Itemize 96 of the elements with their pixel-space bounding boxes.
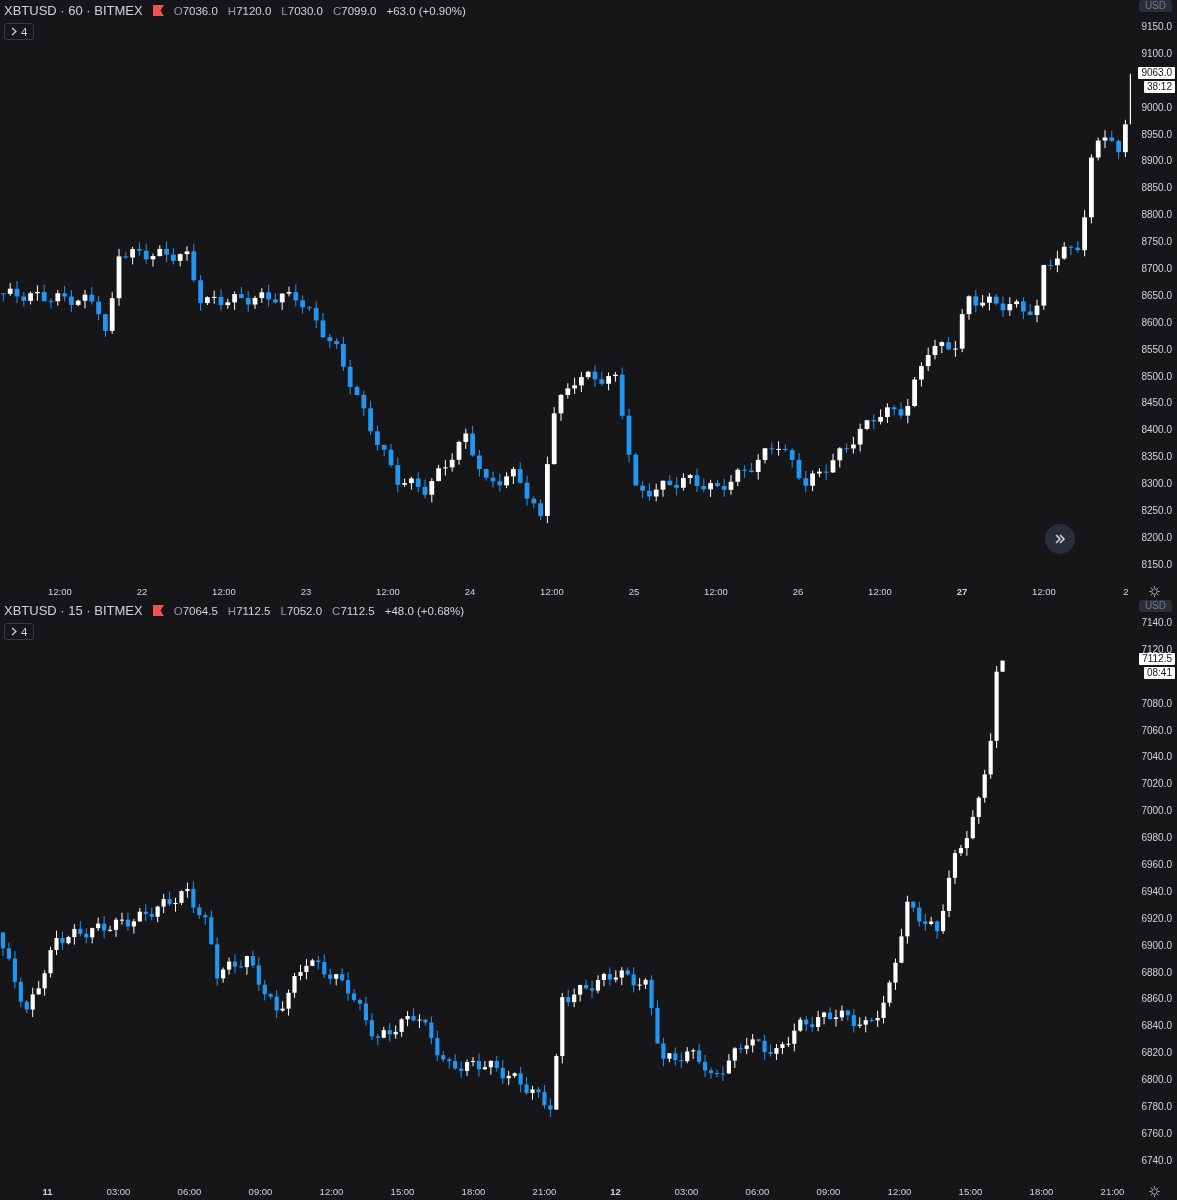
indicators-toggle[interactable]: 4 xyxy=(4,623,35,640)
time-tick: 15:00 xyxy=(957,1185,984,1197)
price-tick: 8600.0 xyxy=(1140,315,1173,330)
price-tick: 6900.0 xyxy=(1140,938,1173,953)
price-tick: 6800.0 xyxy=(1140,1073,1173,1088)
time-tick: 12:00 xyxy=(1031,585,1057,597)
price-tick: 7040.0 xyxy=(1140,750,1173,765)
last-price-label: 7112.5 xyxy=(1139,653,1175,665)
ohlc-value: O7064.5 xyxy=(173,604,218,617)
time-tick: 12:00 xyxy=(886,1185,913,1197)
price-tick: 6980.0 xyxy=(1140,831,1173,846)
price-tick: 7020.0 xyxy=(1140,777,1173,792)
time-tick: 03:00 xyxy=(105,1185,132,1197)
time-tick: 2 xyxy=(1122,585,1130,597)
price-tick: 8750.0 xyxy=(1140,235,1173,250)
price-tick: 8550.0 xyxy=(1140,342,1173,357)
price-tick: 8200.0 xyxy=(1140,530,1173,545)
symbol-title: XBTUSD · 60 · BITMEX xyxy=(4,3,143,18)
ohlc-value: C7099.0 xyxy=(332,4,377,17)
last-price-label: 9063.0 xyxy=(1138,66,1175,79)
time-tick: 06:00 xyxy=(744,1185,771,1197)
settings-icon[interactable] xyxy=(1147,584,1161,598)
ohlc-value: H7112.5 xyxy=(227,604,271,617)
price-tick: 7140.0 xyxy=(1140,616,1173,630)
price-tick: 8950.0 xyxy=(1140,127,1173,142)
price-tick: 7000.0 xyxy=(1140,804,1173,819)
ohlc-value: C7112.5 xyxy=(332,604,375,617)
price-tick: 7120.0 xyxy=(1140,642,1173,655)
ohlc-value: L7052.0 xyxy=(280,604,323,617)
price-tick: 7060.0 xyxy=(1140,723,1173,738)
time-tick: 18:00 xyxy=(460,1185,487,1197)
time-tick: 12:00 xyxy=(211,585,237,597)
bar-countdown-label: 38:12 xyxy=(1143,80,1175,93)
indicators-toggle[interactable]: 4 xyxy=(4,23,35,40)
price-tick: 9100.0 xyxy=(1140,46,1173,61)
price-tick: 8300.0 xyxy=(1140,477,1173,492)
time-tick: 26 xyxy=(791,585,805,597)
price-tick: 6820.0 xyxy=(1140,1046,1173,1061)
settings-icon[interactable] xyxy=(1147,1184,1161,1198)
double-chevron-icon xyxy=(1054,533,1066,545)
time-tick: 24 xyxy=(463,585,477,597)
time-tick: 09:00 xyxy=(247,1185,274,1197)
price-tick: 6840.0 xyxy=(1140,1019,1173,1034)
time-tick: 11 xyxy=(41,1185,54,1197)
price-tick: 6960.0 xyxy=(1140,858,1173,872)
price-tick: 8350.0 xyxy=(1140,450,1173,465)
time-tick: 12:00 xyxy=(867,585,893,597)
time-tick: 21:00 xyxy=(1099,1185,1126,1197)
bar-countdown-label: 08:41 xyxy=(1143,667,1175,679)
time-tick: 27 xyxy=(955,585,969,597)
price-tick: 8500.0 xyxy=(1140,369,1173,384)
time-tick: 12:00 xyxy=(703,585,729,597)
price-tick: 6860.0 xyxy=(1140,992,1173,1007)
price-tick: 8900.0 xyxy=(1140,154,1173,169)
price-tick: 6920.0 xyxy=(1140,911,1173,926)
price-tick: 8700.0 xyxy=(1140,262,1173,276)
chevron-icon xyxy=(11,27,17,36)
time-tick: 25 xyxy=(627,585,641,597)
price-change: +63.0 (+0.90%) xyxy=(386,4,466,17)
chevron-icon xyxy=(11,627,17,636)
price-tick: 6740.0 xyxy=(1140,1153,1173,1168)
symbol-title: XBTUSD · 15 · BITMEX xyxy=(4,603,143,618)
price-tick: 7080.0 xyxy=(1140,696,1173,711)
time-tick: 21:00 xyxy=(531,1185,558,1197)
price-tick: 6940.0 xyxy=(1140,884,1173,899)
price-tick: 8400.0 xyxy=(1140,423,1173,438)
time-tick: 12 xyxy=(609,1185,622,1197)
time-tick: 12:00 xyxy=(47,585,73,597)
price-tick: 8150.0 xyxy=(1140,557,1173,572)
time-tick: 06:00 xyxy=(176,1185,203,1197)
price-change: +48.0 (+0.68%) xyxy=(384,604,464,617)
scroll-to-latest-button[interactable] xyxy=(1045,524,1075,554)
price-tick: 8650.0 xyxy=(1140,288,1173,303)
time-tick: 15:00 xyxy=(389,1185,416,1197)
flag-icon xyxy=(152,5,164,16)
price-tick: 8450.0 xyxy=(1140,396,1173,411)
price-tick: 8850.0 xyxy=(1140,181,1173,196)
time-tick: 18:00 xyxy=(1028,1185,1055,1197)
time-tick: 12:00 xyxy=(375,585,401,597)
flag-icon xyxy=(152,605,164,616)
time-tick: 23 xyxy=(299,585,313,597)
price-tick: 8800.0 xyxy=(1140,208,1173,223)
price-tick: 9000.0 xyxy=(1140,100,1173,115)
time-tick: 09:00 xyxy=(815,1185,842,1197)
time-tick: 03:00 xyxy=(673,1185,700,1197)
time-tick: 12:00 xyxy=(539,585,565,597)
price-tick: 6880.0 xyxy=(1140,965,1173,980)
time-tick: 12:00 xyxy=(318,1185,345,1197)
price-tick: 8250.0 xyxy=(1140,504,1173,519)
ohlc-value: O7036.0 xyxy=(173,4,218,17)
price-tick: 9150.0 xyxy=(1140,20,1173,34)
ohlc-value: H7120.0 xyxy=(227,4,272,17)
ohlc-value: L7030.0 xyxy=(281,4,323,17)
time-tick: 22 xyxy=(135,585,149,597)
price-tick: 6760.0 xyxy=(1140,1126,1173,1141)
price-tick: 6780.0 xyxy=(1140,1100,1173,1115)
